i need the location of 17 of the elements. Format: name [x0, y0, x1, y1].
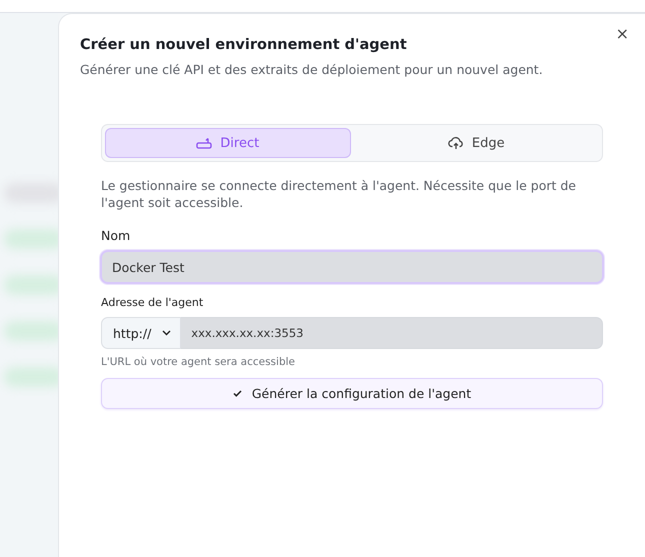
dialog-title: Créer un nouvel environnement d'agent [80, 36, 408, 55]
close-button[interactable]: × [614, 24, 631, 44]
mode-tab[interactable]: Edge [354, 128, 599, 158]
dialog-subtitle: Générer une clé API et des extraits de déploiement pour un nouvel agent. [80, 62, 544, 78]
field-hint: L'URL où votre agent sera accessible [101, 355, 296, 369]
check-icon [232, 390, 242, 397]
generate-button[interactable]: Générer la configuration de l'agent [101, 378, 603, 409]
name-input[interactable]: Docker Test [100, 250, 604, 284]
mode-tab[interactable]: Direct [105, 128, 350, 158]
router-icon [196, 137, 212, 149]
address-input[interactable]: xxx.xxx.xx.xx:3553 [181, 317, 603, 349]
field-label: Adresse de l'agent [101, 295, 204, 311]
protocol-select[interactable]: http:// [101, 317, 182, 349]
field-label: Nom [101, 228, 132, 244]
chevron-down-icon [162, 330, 172, 336]
description-text: Le gestionnaire se connecte directement à l'agent. Nécessite que le port de l'agent soit accessible. [101, 177, 577, 211]
cloud-upload-icon [448, 136, 464, 150]
